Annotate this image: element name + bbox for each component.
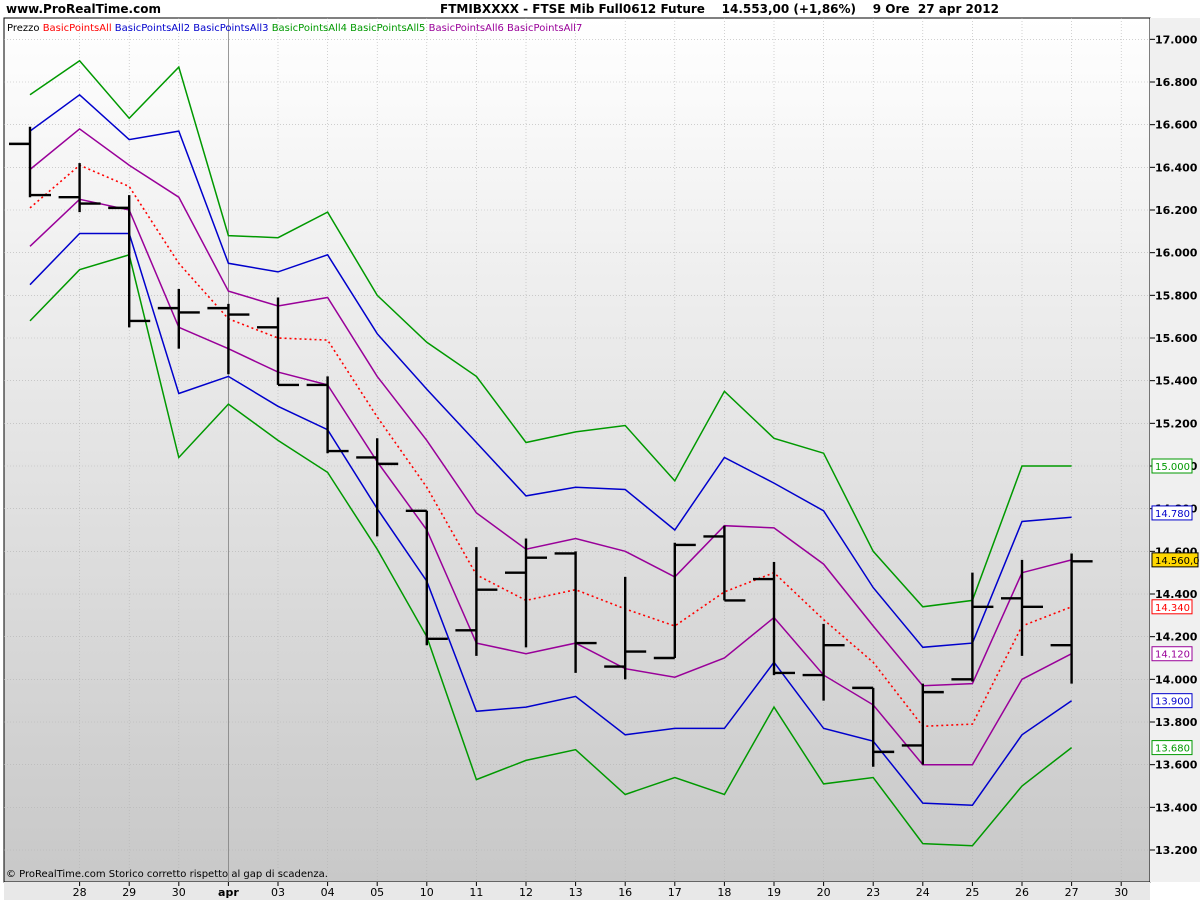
x-tick-label: 19 [767,886,781,899]
x-tick-label: 04 [321,886,335,899]
x-tick-label: 29 [122,886,136,899]
y-tick-label: 14.200 [1155,631,1198,644]
x-tick-label: 17 [668,886,682,899]
value-badge-label: 13.680 [1155,744,1190,755]
y-tick-label: 16.600 [1155,119,1198,132]
site-title[interactable]: www.ProRealTime.com [6,2,161,16]
y-tick-label: 14.400 [1155,588,1198,601]
chart-title: FTMIBXXXX - FTSE Mib Full0612 Future 14.… [440,2,999,16]
legend-item: BasicPointsAll [40,23,112,34]
y-tick-label: 13.600 [1155,759,1198,772]
legend-item: BasicPointsAll2 [112,23,190,34]
x-tick-label: 23 [866,886,880,899]
x-tick-label: apr [218,886,239,899]
y-tick-label: 13.800 [1155,716,1198,729]
x-tick-label: 11 [469,886,483,899]
x-tick-label: 26 [1015,886,1029,899]
x-tick-label: 20 [817,886,831,899]
legend-item: BasicPointsAll4 [269,23,347,34]
x-tick-label: 18 [717,886,731,899]
x-tick-label: 27 [1065,886,1079,899]
footer-note: © ProRealTime.com Storico corretto rispe… [6,869,328,880]
y-tick-label: 13.400 [1155,801,1198,814]
y-tick-label: 16.400 [1155,161,1198,174]
x-tick-label: 05 [370,886,384,899]
x-tick-label: 25 [965,886,979,899]
x-tick-label: 12 [519,886,533,899]
legend-item: BasicPointsAll3 [190,23,268,34]
y-tick-label: 15.600 [1155,332,1198,345]
plot-area[interactable] [3,17,1151,883]
y-tick-label: 17.000 [1155,33,1198,46]
legend-item: BasicPointsAll6 [425,23,503,34]
value-badge-label: 14.120 [1155,650,1190,661]
x-tick-label: 10 [420,886,434,899]
y-tick-label: 15.800 [1155,289,1198,302]
y-tick-label: 14.000 [1155,673,1198,686]
y-tick-label: 15.400 [1155,375,1198,388]
y-tick-label: 16.800 [1155,76,1198,89]
legend-item: BasicPointsAll5 [347,23,425,34]
value-badge-label: 13.900 [1155,697,1190,708]
x-tick-label: 30 [172,886,186,899]
x-tick-label: 28 [73,886,87,899]
x-tick-label: 13 [569,886,583,899]
y-tick-label: 15.200 [1155,417,1198,430]
y-tick-label: 16.200 [1155,204,1198,217]
y-tick-label: 13.200 [1155,844,1198,857]
legend: Prezzo BasicPointsAll BasicPointsAll2 Ba… [7,23,582,34]
value-badge-label: 14.340 [1155,603,1190,614]
x-tick-label: 03 [271,886,285,899]
price-chart[interactable]: 13.200 13.400 13.600 13.800 14.000 14.200 14.4… [0,0,1200,900]
x-tick-label: 16 [618,886,632,899]
value-badge-label: 14.560,0 [1155,556,1200,567]
x-tick-label: 30 [1114,886,1128,899]
x-tick-label: 24 [916,886,930,899]
value-badge-label: 14.780 [1155,509,1190,520]
value-badge-label: 15.000 [1155,462,1190,473]
legend-item: Prezzo [7,23,40,34]
legend-item: BasicPointsAll7 [504,23,582,34]
y-tick-label: 16.000 [1155,247,1198,260]
